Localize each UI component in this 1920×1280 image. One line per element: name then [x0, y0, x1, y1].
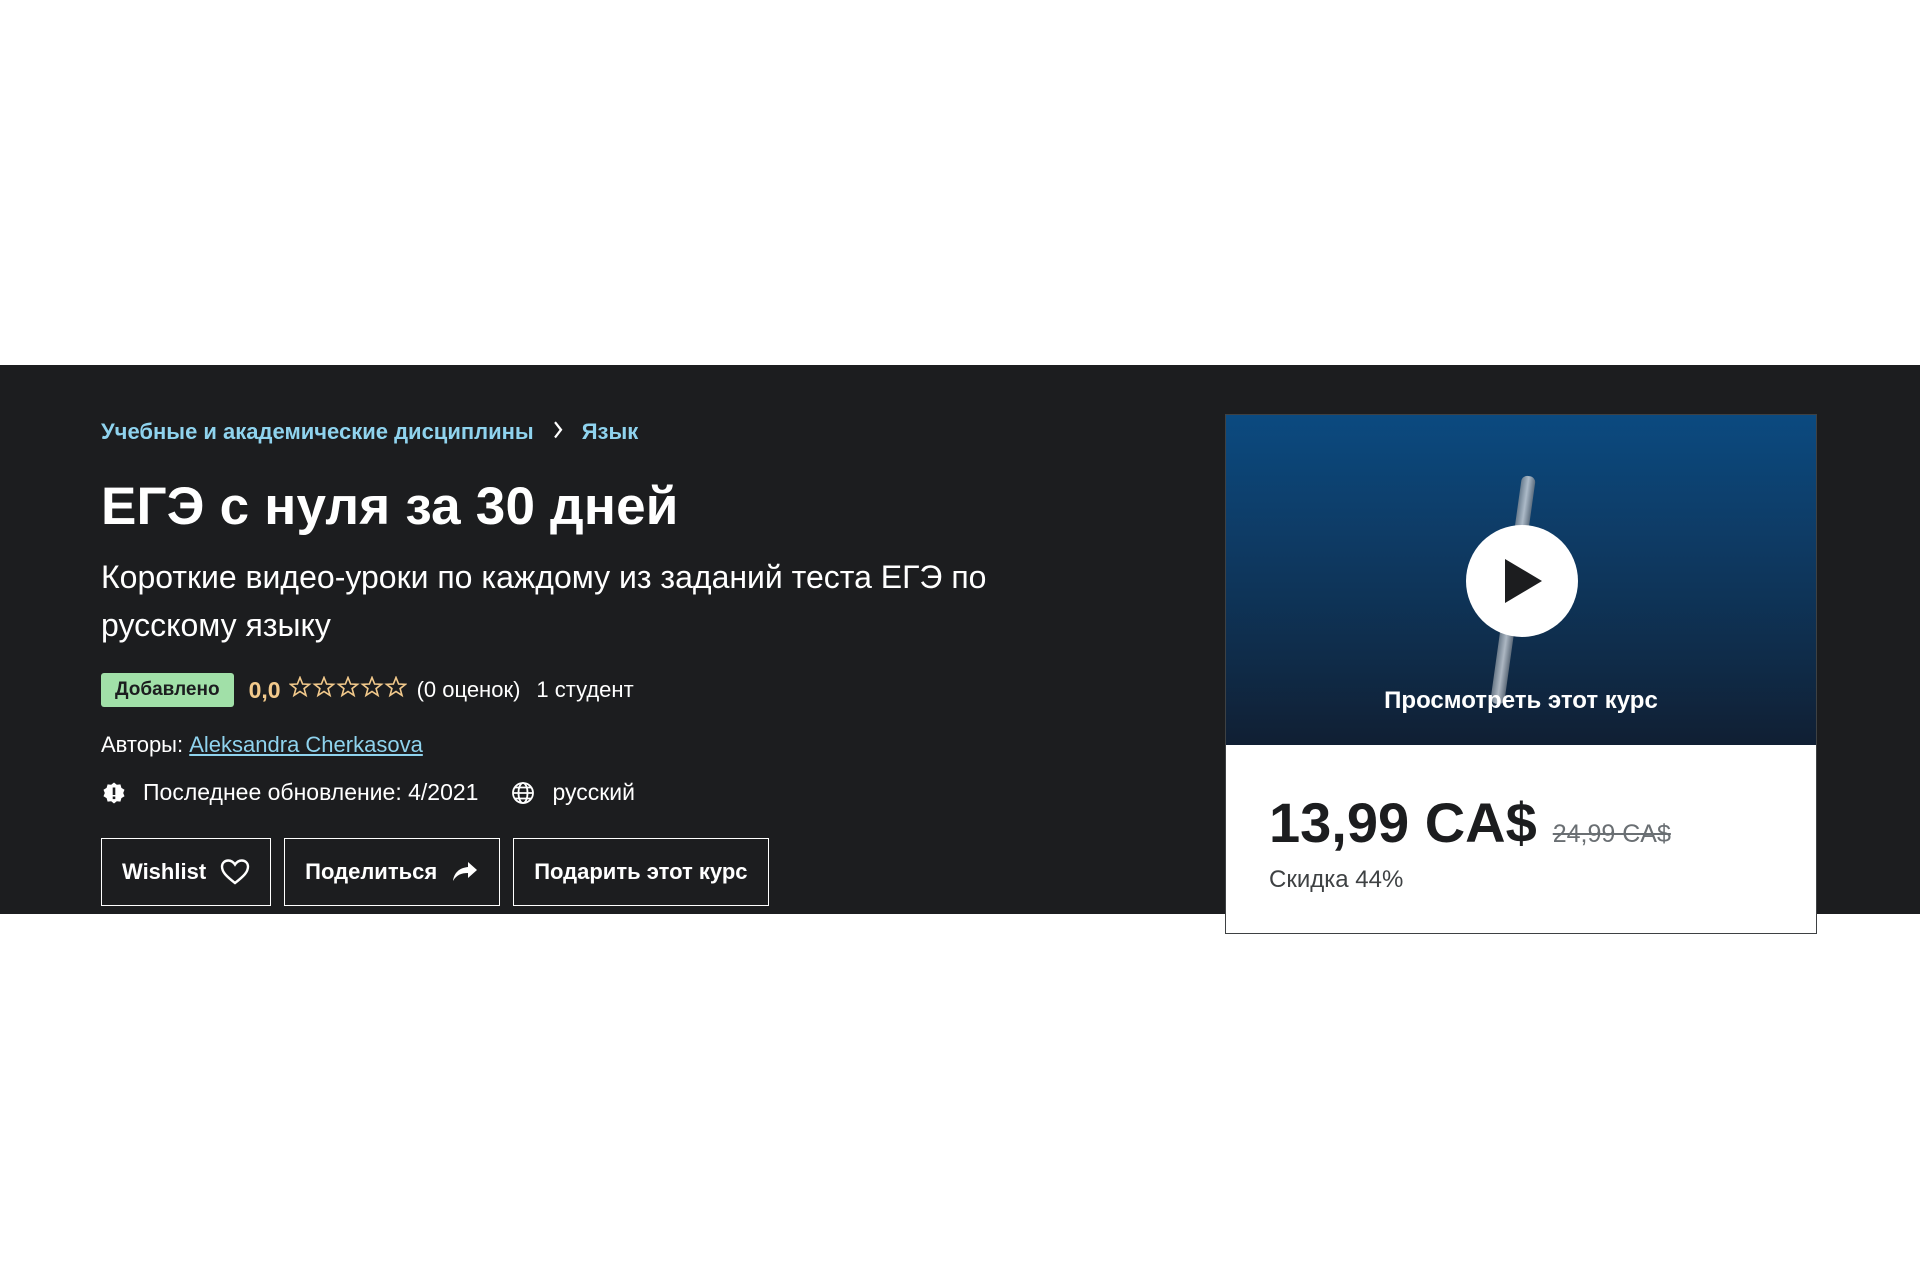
course-subtitle: Короткие видео-уроки по каждому из задан… — [101, 559, 987, 643]
last-update: Последнее обновление: 4/2021 — [143, 779, 479, 805]
star-icon — [359, 674, 384, 697]
rating-count[interactable]: (0 оценок) — [417, 677, 521, 703]
share-label: Поделиться — [305, 859, 438, 884]
star-icon — [335, 674, 360, 697]
breadcrumb-item-language[interactable]: Язык — [582, 419, 639, 445]
course-info-row: Последнее обновление: 4/2021 русский — [101, 779, 635, 806]
gift-course-button[interactable]: Подарить этот курс — [513, 838, 769, 906]
star-icon — [383, 674, 408, 697]
course-preview[interactable]: Просмотреть этот курс — [1226, 415, 1816, 745]
star-icon — [287, 674, 312, 697]
current-price: 13,99 CA$ — [1269, 791, 1537, 854]
rating-row: Добавлено 0,0 (0 оценок) 1 студент — [101, 673, 634, 707]
breadcrumb-item-academics[interactable]: Учебные и академические дисциплины — [101, 419, 534, 445]
play-button[interactable] — [1466, 525, 1578, 637]
action-buttons: Wishlist Поделиться Подарить этот курс — [101, 838, 769, 906]
share-button[interactable]: Поделиться — [284, 838, 501, 906]
author-link[interactable]: Aleksandra Cherkasova — [189, 732, 423, 757]
authors-line: Авторы: Aleksandra Cherkasova — [101, 732, 423, 758]
wishlist-label: Wishlist — [122, 859, 207, 884]
star-icon — [311, 674, 336, 697]
discount-label: Скидка 44% — [1269, 866, 1404, 893]
rating-value: 0,0 — [248, 676, 281, 703]
page: Учебные и академические дисциплины Язык … — [0, 0, 1920, 1280]
preview-label: Просмотреть этот курс — [1384, 687, 1658, 714]
alert-badge-icon — [101, 780, 127, 806]
student-count: 1 студент — [536, 677, 634, 702]
course-language: русский — [552, 779, 636, 805]
status-badge: Добавлено — [101, 673, 234, 707]
globe-icon — [510, 780, 536, 806]
play-icon — [1505, 559, 1542, 603]
course-title: ЕГЭ с нуля за 30 дней — [101, 477, 679, 536]
rating-stars — [287, 674, 408, 705]
original-price: 24,99 CA$ — [1552, 820, 1671, 848]
wishlist-button[interactable]: Wishlist — [101, 838, 272, 906]
share-arrow-icon — [451, 860, 479, 884]
authors-label: Авторы: — [101, 732, 184, 757]
heart-icon — [220, 858, 250, 886]
price-row: 13,99 CA$ 24,99 CA$ — [1269, 790, 1671, 855]
breadcrumb: Учебные и академические дисциплины Язык — [101, 419, 638, 445]
chevron-right-icon — [552, 418, 564, 447]
